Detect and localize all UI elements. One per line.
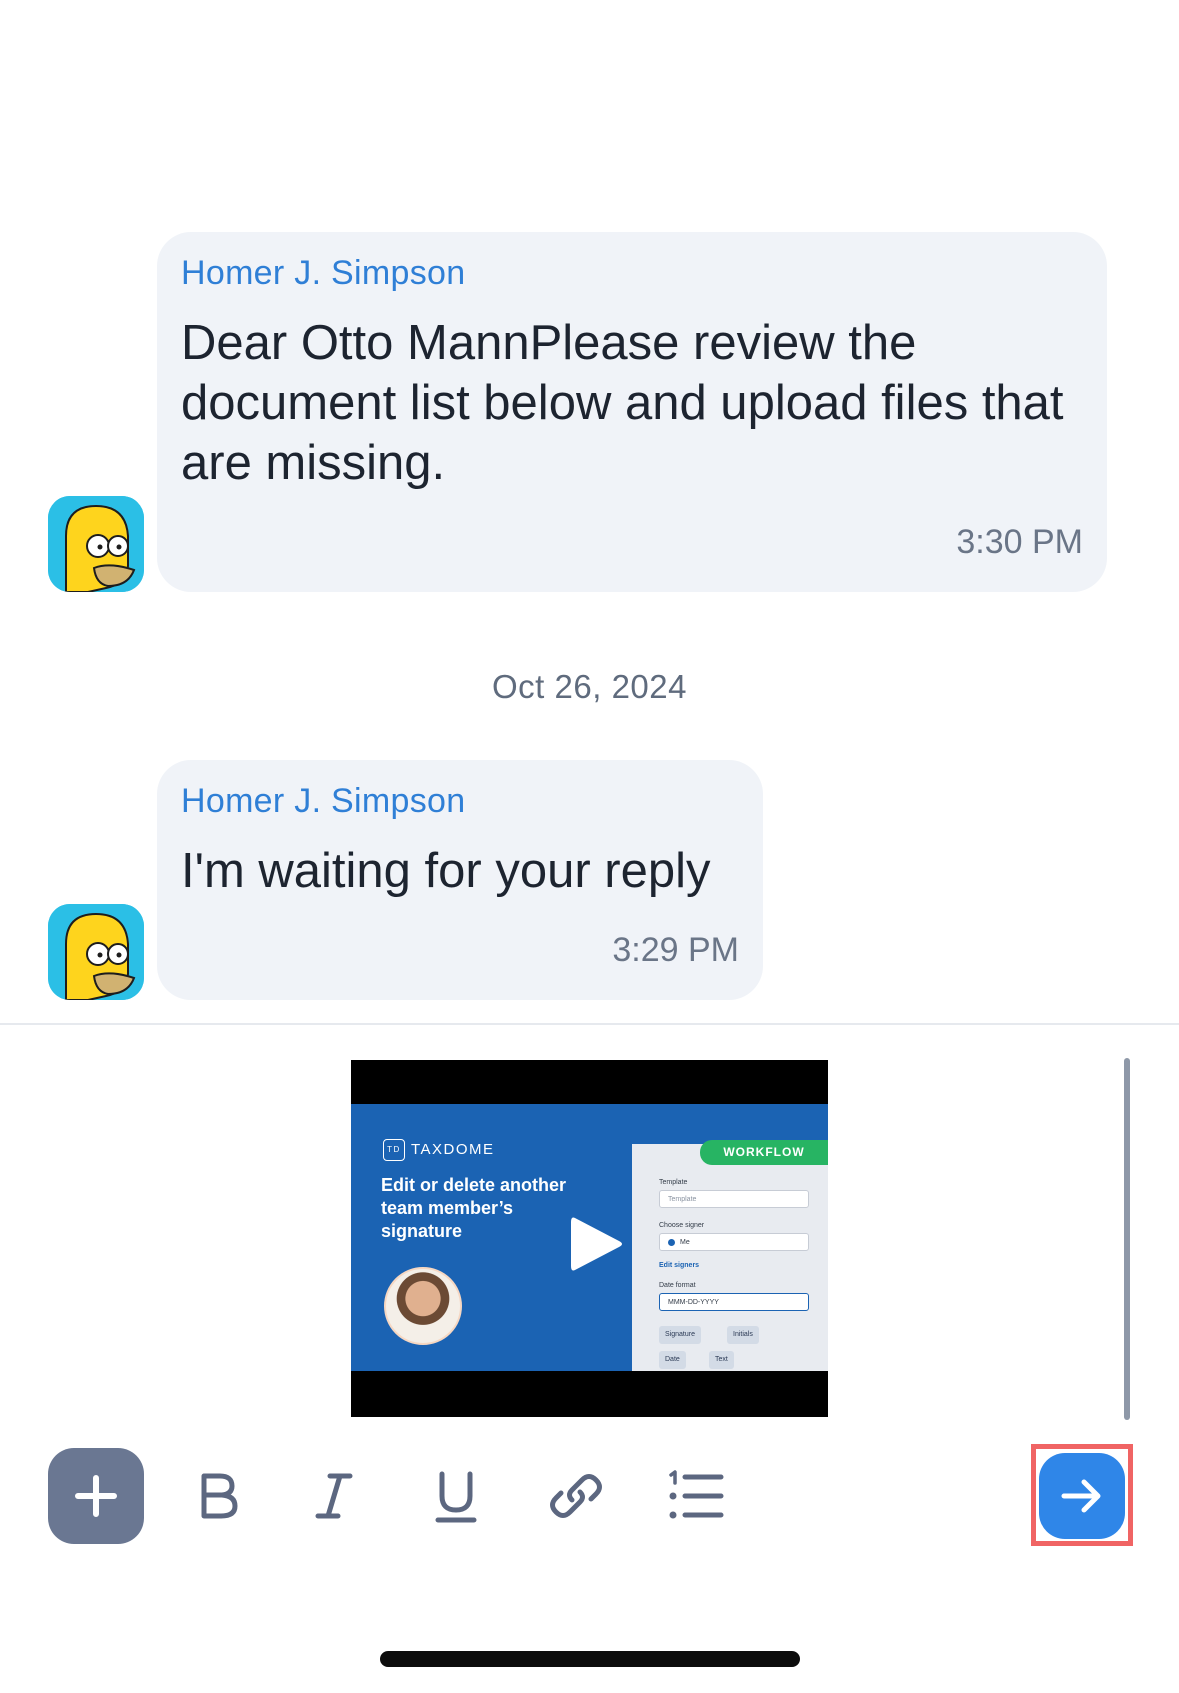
underline-icon	[435, 1471, 477, 1523]
link-icon	[550, 1474, 602, 1518]
numbered-list-icon	[669, 1470, 724, 1519]
underline-button[interactable]	[408, 1448, 504, 1544]
presenter-avatar	[384, 1267, 462, 1345]
workflow-panel: Template Template Choose signer Me Edit …	[632, 1144, 828, 1371]
template-label: Template	[659, 1179, 688, 1186]
chip-text: Text	[709, 1351, 734, 1369]
chip-date: Date	[659, 1351, 686, 1369]
brand-badge: TD	[383, 1139, 405, 1161]
italic-icon	[315, 1473, 353, 1519]
signer-label: Choose signer	[659, 1222, 705, 1229]
home-indicator[interactable]	[380, 1651, 800, 1667]
date-format-field: MMM-DD-YYYY	[659, 1293, 809, 1311]
video-attachment[interactable]: TD TAXDOME Edit or delete another team me…	[351, 1060, 828, 1417]
message-bubble: Homer J. Simpson Dear Otto MannPlease re…	[157, 232, 1107, 592]
avatar[interactable]	[48, 496, 144, 592]
italic-button[interactable]	[286, 1448, 382, 1544]
chip-initials: Initials	[727, 1326, 759, 1344]
brand-name: TAXDOME	[411, 1140, 495, 1158]
signer-field: Me	[659, 1233, 809, 1251]
signer-dot-icon	[668, 1238, 675, 1246]
add-attachment-button[interactable]	[48, 1448, 144, 1544]
signer-value: Me	[680, 1239, 690, 1246]
video-title: Edit or delete another team member’s sig…	[381, 1175, 567, 1241]
chip-signature: Signature	[659, 1326, 701, 1344]
bold-icon	[201, 1473, 238, 1519]
message-time: 3:30 PM	[956, 523, 1083, 561]
video-thumbnail: TD TAXDOME Edit or delete another team me…	[351, 1104, 828, 1371]
brand-logo: TD TAXDOME	[383, 1139, 495, 1161]
date-separator: Oct 26, 2024	[492, 668, 687, 705]
bold-button[interactable]	[170, 1448, 266, 1544]
composer-scrollbar[interactable]	[1124, 1058, 1130, 1420]
arrow-right-icon	[1061, 1479, 1101, 1513]
message-text: I'm waiting for your reply	[181, 844, 711, 898]
workflow-tag: WORKFLOW	[700, 1140, 828, 1165]
message-sender[interactable]: Homer J. Simpson	[181, 254, 1083, 293]
avatar[interactable]	[48, 904, 144, 1000]
play-icon[interactable]	[569, 1214, 625, 1274]
homer-avatar-icon	[48, 904, 144, 1000]
date-format-label: Date format	[659, 1282, 696, 1289]
message-text: Dear Otto MannPlease review the document…	[181, 316, 1064, 490]
template-field: Template	[659, 1190, 809, 1208]
homer-avatar-icon	[48, 496, 144, 592]
plus-icon	[75, 1475, 117, 1517]
edit-signers-link: Edit signers	[659, 1262, 700, 1269]
link-button[interactable]	[528, 1448, 624, 1544]
message-time: 3:29 PM	[612, 931, 739, 969]
send-button[interactable]	[1039, 1453, 1125, 1539]
message-bubble: Homer J. Simpson I'm waiting for your re…	[157, 760, 763, 1000]
message-sender[interactable]: Homer J. Simpson	[181, 782, 739, 821]
numbered-list-button[interactable]	[648, 1448, 744, 1544]
composer-divider	[0, 1023, 1179, 1025]
